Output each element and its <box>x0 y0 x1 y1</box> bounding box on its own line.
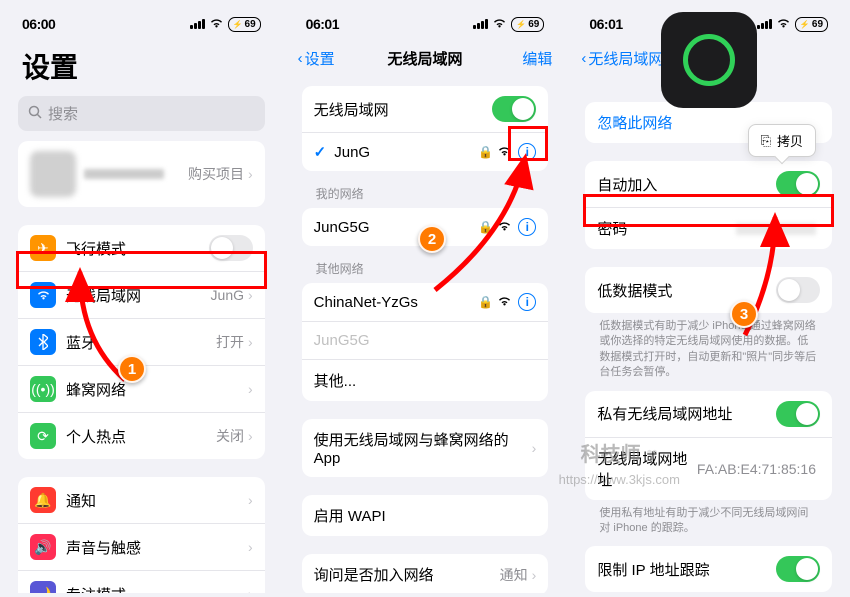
limit-ip-toggle[interactable] <box>776 556 820 582</box>
accessibility-widget[interactable] <box>661 12 757 108</box>
chevron-right-icon: › <box>248 586 253 593</box>
copy-popover[interactable]: ⎘ 拷贝 <box>748 124 816 157</box>
screen-wifi-detail: 06:01 ⚡69 ‹无线局域网 忽略此网络 ⎘ 拷贝 自动加入 密码 低数据模… <box>571 4 846 593</box>
badge-1: 1 <box>118 355 146 383</box>
wifi-signal-icon <box>497 219 512 235</box>
screen-settings: 06:00 ⚡69 设置 搜索 购买项目 › ✈ 飞行模式 <box>4 4 279 593</box>
moon-icon: 🌙 <box>30 581 56 593</box>
wlan-toggle-row: 无线局域网 <box>302 86 549 133</box>
status-time: 06:01 <box>306 16 339 32</box>
wifi-signal-icon <box>497 294 512 310</box>
wifi-status-icon <box>776 16 791 32</box>
other-network-row[interactable]: ChinaNet-YzGs 🔒 i <box>302 283 549 322</box>
section-my-networks: 我的网络 <box>288 181 563 206</box>
status-bar: 06:00 ⚡69 <box>4 4 279 40</box>
limit-ip-row: 限制 IP 地址跟踪 <box>585 546 832 592</box>
bell-icon: 🔔 <box>30 487 56 513</box>
ring-icon <box>683 34 735 86</box>
battery-icon: ⚡69 <box>511 17 544 32</box>
private-addr-row: 私有无线局域网地址 <box>585 391 832 438</box>
signal-bars-icon <box>473 19 488 29</box>
page-title: 无线局域网 <box>387 48 462 69</box>
wifi-status-icon <box>209 16 224 32</box>
airplane-icon: ✈ <box>30 235 56 261</box>
lock-icon: 🔒 <box>478 295 493 309</box>
lock-icon: 🔒 <box>478 220 493 234</box>
chevron-right-icon: › <box>248 381 253 397</box>
chevron-right-icon: › <box>248 428 253 444</box>
check-icon: ✓ <box>314 143 327 161</box>
wifi-icon <box>30 282 56 308</box>
mac-footnote: 使用私有地址有助于减少不同无线局域网间对 iPhone 的跟踪。 <box>571 506 846 547</box>
battery-icon: ⚡69 <box>228 17 261 32</box>
info-icon[interactable]: i <box>518 293 536 311</box>
chevron-right-icon: › <box>248 539 253 555</box>
private-addr-toggle[interactable] <box>776 401 820 427</box>
low-data-toggle[interactable] <box>776 277 820 303</box>
focus-row[interactable]: 🌙 专注模式 › <box>18 571 265 593</box>
auto-join-row: 自动加入 <box>585 161 832 208</box>
chevron-left-icon: ‹ <box>298 50 303 67</box>
airplane-toggle[interactable] <box>209 235 253 261</box>
sounds-row[interactable]: 🔊 声音与触感 › <box>18 524 265 571</box>
wlan-apps-row[interactable]: 使用无线局域网与蜂窝网络的 App › <box>302 419 549 477</box>
chevron-left-icon: ‹ <box>581 50 586 67</box>
chevron-right-icon: › <box>248 334 253 350</box>
copy-icon: ⎘ <box>761 133 771 149</box>
section-other-networks: 其他网络 <box>288 256 563 281</box>
mac-addr-row: 无线局域网地址 FA:AB:E4:71:85:16 <box>585 438 832 500</box>
other-manual-row[interactable]: 其他... <box>302 360 549 401</box>
chevron-right-icon: › <box>248 287 253 303</box>
notifications-row[interactable]: 🔔 通知 › <box>18 477 265 524</box>
ask-join-row[interactable]: 询问是否加入网络 通知 › <box>302 554 549 593</box>
search-input[interactable]: 搜索 <box>18 96 265 131</box>
other-network-row-fade[interactable]: JunG5G <box>302 322 549 360</box>
chevron-right-icon: › <box>248 166 253 182</box>
speaker-icon: 🔊 <box>30 534 56 560</box>
status-time: 06:00 <box>22 16 55 32</box>
status-bar: 06:01 ⚡69 <box>288 4 563 40</box>
airplane-mode-row[interactable]: ✈ 飞行模式 <box>18 225 265 272</box>
battery-icon: ⚡69 <box>795 17 828 32</box>
apple-id-row[interactable]: 购买项目 › <box>18 141 265 207</box>
cellular-icon: ((•)) <box>30 376 56 402</box>
badge-2: 2 <box>418 225 446 253</box>
edit-button[interactable]: 编辑 <box>522 48 552 69</box>
signal-bars-icon <box>190 19 205 29</box>
back-button[interactable]: ‹无线局域网 <box>581 48 663 69</box>
hotspot-row[interactable]: ⟳ 个人热点 关闭 › <box>18 413 265 459</box>
lock-icon: 🔒 <box>478 145 493 159</box>
info-icon[interactable]: i <box>518 218 536 236</box>
connected-network-row[interactable]: ✓ JunG 🔒 i <box>302 133 549 171</box>
screen-wlan: 06:01 ⚡69 ‹设置 无线局域网 编辑 无线局域网 ✓ JunG 🔒 i … <box>288 4 563 593</box>
chevron-right-icon: › <box>248 492 253 508</box>
back-button[interactable]: ‹设置 <box>298 48 335 69</box>
lowdata-footnote: 低数据模式有助于减少 iPhone 通过蜂窝网络或你选择的特定无线局域网使用的数… <box>571 319 846 391</box>
wifi-status-icon <box>492 16 507 32</box>
chevron-right-icon: › <box>532 440 537 456</box>
auto-join-toggle[interactable] <box>776 171 820 197</box>
wifi-row[interactable]: 无线局域网 JunG › <box>18 272 265 319</box>
page-title: 设置 <box>4 40 279 92</box>
info-icon[interactable]: i <box>518 143 536 161</box>
search-icon <box>28 105 42 123</box>
password-row[interactable]: 密码 <box>585 208 832 249</box>
wlan-toggle[interactable] <box>492 96 536 122</box>
badge-3: 3 <box>730 300 758 328</box>
wifi-signal-icon <box>497 144 512 160</box>
chevron-right-icon: › <box>532 567 537 583</box>
bluetooth-icon <box>30 329 56 355</box>
hotspot-icon: ⟳ <box>30 423 56 449</box>
status-time: 06:01 <box>589 16 622 32</box>
signal-bars-icon <box>757 19 772 29</box>
low-data-row: 低数据模式 <box>585 267 832 313</box>
wapi-row[interactable]: 启用 WAPI <box>302 495 549 536</box>
